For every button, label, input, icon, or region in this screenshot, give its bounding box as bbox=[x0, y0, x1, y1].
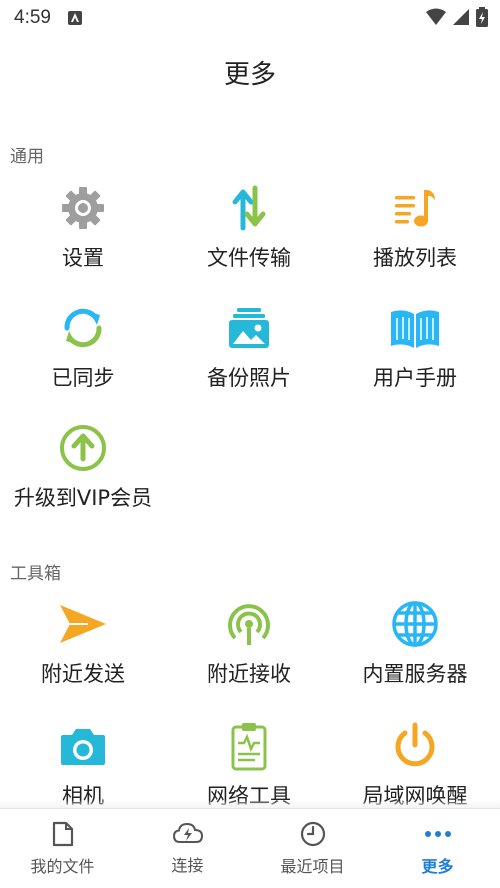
battery-icon bbox=[476, 7, 488, 27]
file-icon bbox=[52, 821, 73, 846]
synced-item[interactable]: 已同步 bbox=[0, 300, 166, 410]
upgrade-vip-label: 升级到VIP会员 bbox=[13, 486, 153, 510]
nav-more-label: 更多 bbox=[421, 856, 454, 876]
nav-connect[interactable]: 连接 bbox=[125, 809, 250, 888]
section-label-toolbox: 工具箱 bbox=[10, 564, 61, 584]
bottom-nav: 我的文件 连接 最近项目 更多 bbox=[0, 808, 500, 888]
builtin-server-item[interactable]: 内置服务器 bbox=[332, 596, 498, 706]
nearby-send-item[interactable]: 附近发送 bbox=[0, 596, 166, 706]
status-indicators bbox=[426, 7, 488, 27]
nearby-receive-label: 附近接收 bbox=[207, 662, 291, 686]
backup-photo-icon bbox=[229, 308, 269, 348]
user-manual-item[interactable]: 用户手册 bbox=[332, 300, 498, 410]
nav-recent-label: 最近项目 bbox=[280, 856, 345, 876]
section-label-general: 通用 bbox=[10, 147, 44, 167]
wifi-icon bbox=[426, 8, 446, 25]
transfer-arrows-icon bbox=[232, 185, 266, 231]
clock-icon bbox=[300, 821, 325, 846]
clipboard-pulse-icon bbox=[231, 723, 267, 771]
cell-signal-icon bbox=[453, 9, 469, 25]
scroll-fade bbox=[0, 800, 500, 808]
playlist-icon bbox=[395, 190, 435, 227]
camera-icon bbox=[61, 729, 105, 765]
cloud-bolt-icon bbox=[172, 822, 203, 843]
send-icon bbox=[60, 605, 106, 643]
builtin-server-label: 内置服务器 bbox=[362, 662, 468, 686]
globe-icon bbox=[392, 601, 438, 647]
nav-connect-label: 连接 bbox=[171, 855, 204, 875]
book-icon bbox=[391, 310, 439, 348]
synced-label: 已同步 bbox=[51, 366, 115, 390]
user-manual-label: 用户手册 bbox=[373, 366, 457, 390]
status-bar: 4:59 bbox=[0, 0, 500, 36]
nav-recent[interactable]: 最近项目 bbox=[250, 809, 375, 888]
more-dots-icon bbox=[424, 830, 451, 837]
playlist-item[interactable]: 播放列表 bbox=[332, 180, 498, 290]
notification-icon bbox=[67, 11, 82, 25]
upgrade-vip-item[interactable]: 升级到VIP会员 bbox=[0, 420, 166, 530]
settings-item[interactable]: 设置 bbox=[0, 180, 166, 290]
receive-signal-icon bbox=[228, 604, 270, 645]
nearby-receive-item[interactable]: 附近接收 bbox=[166, 596, 332, 706]
nav-my-files[interactable]: 我的文件 bbox=[0, 809, 125, 888]
nav-more[interactable]: 更多 bbox=[375, 809, 500, 888]
sync-icon bbox=[64, 308, 102, 348]
settings-label: 设置 bbox=[62, 246, 104, 270]
file-transfer-label: 文件传输 bbox=[207, 246, 291, 270]
gear-icon bbox=[62, 187, 104, 229]
upgrade-arrow-icon bbox=[60, 425, 106, 471]
power-icon bbox=[395, 722, 435, 767]
nav-my-files-label: 我的文件 bbox=[30, 856, 95, 876]
backup-photos-item[interactable]: 备份照片 bbox=[166, 300, 332, 410]
nearby-send-label: 附近发送 bbox=[41, 662, 125, 686]
file-transfer-item[interactable]: 文件传输 bbox=[166, 180, 332, 290]
page-title: 更多 bbox=[223, 60, 276, 90]
backup-photos-label: 备份照片 bbox=[207, 366, 291, 390]
playlist-label: 播放列表 bbox=[373, 246, 457, 270]
status-time: 4:59 bbox=[14, 7, 51, 28]
